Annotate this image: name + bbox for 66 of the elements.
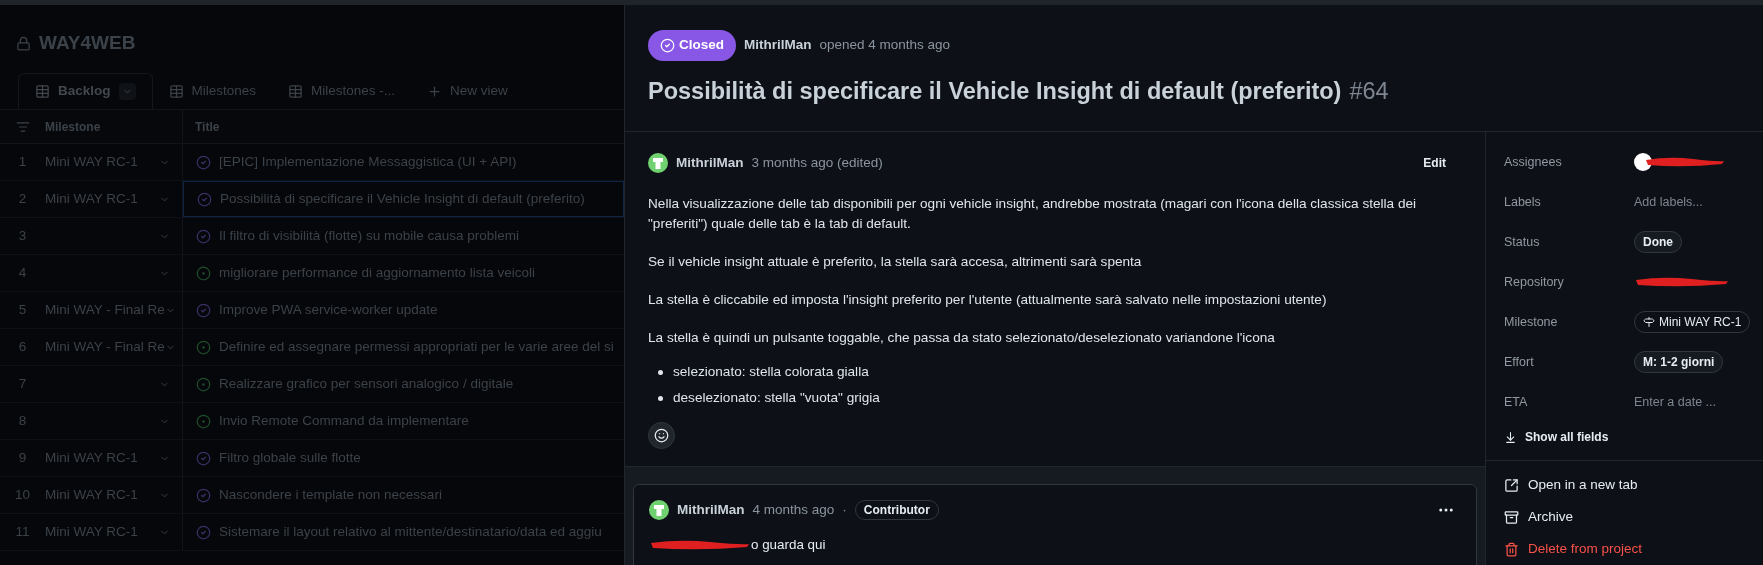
view-tab[interactable]: Milestones -... <box>272 73 412 109</box>
separator-dot: · <box>842 501 847 520</box>
new-view-button[interactable]: New view <box>411 73 524 109</box>
title-cell[interactable]: Possibilità di specificare il Vehicle Insight di default (preferito) <box>183 181 624 217</box>
row-number: 2 <box>17 189 28 208</box>
row-number: 5 <box>17 300 28 319</box>
comment-paragraph: Se il vehicle insight attuale è preferito, la stella sarà accesa, altrimenti sarà spenta <box>648 253 1143 272</box>
field-label: Assignees <box>1504 153 1563 171</box>
row-number: 4 <box>17 263 28 282</box>
milestone-cell-text: Mini WAY RC-1 <box>45 152 138 171</box>
milestone-cell-text: Mini WAY RC-1 <box>45 448 138 467</box>
row-number: 3 <box>17 226 28 245</box>
row-number: 6 <box>17 337 28 356</box>
field-label: Labels <box>1504 193 1542 211</box>
sidebar-action[interactable]: Open in a new tab <box>1504 469 1751 502</box>
row-number: 9 <box>17 448 28 467</box>
milestone-cell-text: Mini WAY RC-1 <box>45 485 138 504</box>
labels-field[interactable]: Add labels... <box>1634 192 1703 212</box>
comment-paragraph: La stella è quindi un pulsante toggable, che passa da stato selezionato/deselezionato variandone l'icona <box>648 329 1276 348</box>
author-link[interactable]: MithrilMan <box>744 35 812 56</box>
row-number: 7 <box>17 374 28 393</box>
comment-author[interactable]: MithrilMan <box>676 153 744 174</box>
milestone-cell-text: Mini WAY - Final Re <box>45 300 165 319</box>
opened-time: opened 4 months ago <box>819 36 951 55</box>
title-cell[interactable]: Improve PWA service-worker update <box>183 292 624 328</box>
comment-paragraph: Nella visualizzazione delle tab disponibili per ogni vehicle insight, andrebbe mostrata (magari con l'icona della classica stella dei "preferiti") quale delle tab è la tab di default. <box>648 195 1418 234</box>
title-cell[interactable]: migliorare performance di aggiornamento lista veicoli <box>183 255 624 291</box>
field-pill[interactable]: M: 1-2 giorni <box>1634 351 1724 374</box>
sidebar-action[interactable]: Delete from project <box>1504 533 1751 565</box>
column-header[interactable]: Milestone <box>45 110 183 143</box>
row-number: 10 <box>14 485 31 504</box>
row-number: 1 <box>17 152 28 171</box>
title-cell[interactable]: Realizzare grafico per sensori analogico / digitale <box>183 366 624 402</box>
field-label: Status <box>1504 233 1541 251</box>
comment-time: 4 months ago <box>752 501 835 520</box>
issue-number: #64 <box>1349 77 1389 106</box>
date-field[interactable]: Enter a date ... <box>1634 392 1744 412</box>
show-all-fields-button[interactable]: Show all fields <box>1504 422 1751 453</box>
comment-time: 3 months ago (edited) <box>751 154 883 173</box>
field-label: Milestone <box>1504 313 1559 331</box>
row-number: 11 <box>14 522 31 541</box>
comment-author[interactable]: MithrilMan <box>677 500 745 521</box>
column-header[interactable]: Title <box>183 117 220 136</box>
view-tab[interactable]: Backlog <box>18 73 153 109</box>
field-label: ETA <box>1504 393 1529 411</box>
field-pill[interactable]: Done <box>1634 231 1682 254</box>
issue-title: Possibilità di specificare il Vehicle Insight di default (preferito) <box>648 77 1342 106</box>
edit-button[interactable]: Edit <box>1415 150 1454 177</box>
project-title: WAY4WEB <box>39 31 136 56</box>
milestone-cell-text: Mini WAY RC-1 <box>45 189 138 208</box>
title-cell[interactable]: [EPIC] Implementazione Messaggistica (UI + API) <box>183 144 624 180</box>
sidebar-action[interactable]: Archive <box>1504 501 1751 534</box>
milestone-cell-text: Mini WAY RC-1 <box>45 522 138 541</box>
title-cell[interactable]: Definire ed assegnare permessi appropriati per le varie aree del si <box>183 329 624 365</box>
bullet-text: deselezionato: stella "vuota" grigia <box>673 389 880 408</box>
bullet-text: selezionato: stella colorata gialla <box>673 363 869 382</box>
comment-text: o guarda qui <box>751 535 826 554</box>
title-cell[interactable]: Filtro globale sulle flotte <box>183 440 624 476</box>
milestone-cell-text: Mini WAY - Final Re <box>45 337 165 356</box>
field-label: Repository <box>1504 273 1565 291</box>
status-badge: Closed <box>648 30 736 61</box>
row-number: 8 <box>17 411 28 430</box>
title-cell[interactable]: Invio Remote Command da implementare <box>183 403 624 439</box>
comment-paragraph: La stella è cliccabile ed imposta l'insight preferito per l'utente (attualmente sarà salvato nelle impostazioni utente) <box>648 291 1328 310</box>
field-label: Effort <box>1504 353 1535 371</box>
view-tab[interactable]: Milestones <box>152 73 273 109</box>
